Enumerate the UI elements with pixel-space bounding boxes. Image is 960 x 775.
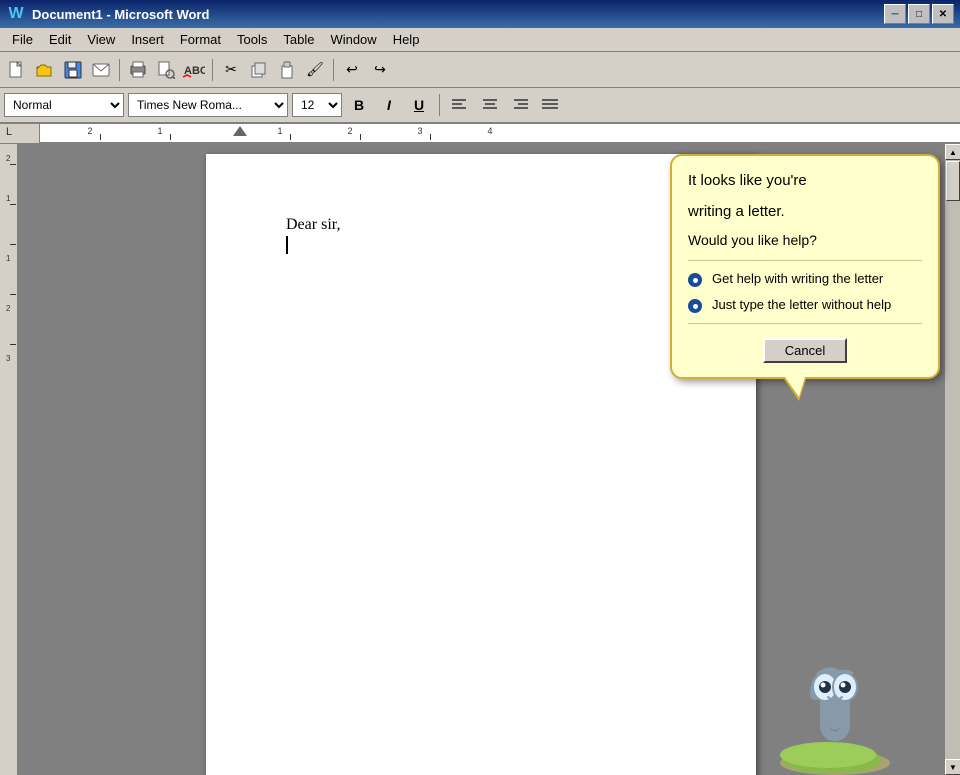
- print-preview-button[interactable]: [153, 57, 179, 83]
- menu-tools[interactable]: Tools: [229, 30, 275, 49]
- document-content[interactable]: Dear sir,: [286, 214, 696, 254]
- justify-button[interactable]: [537, 92, 563, 118]
- format-painter-button[interactable]: 🖌: [302, 57, 328, 83]
- separator-1: [119, 59, 120, 81]
- document-cursor-line: [286, 236, 696, 254]
- standard-toolbar: ABC ✂ 🖌 ↩ ↪: [0, 52, 960, 88]
- open-button[interactable]: [32, 57, 58, 83]
- title-bar: W Document1 - Microsoft Word ─ □ ✕: [0, 0, 960, 28]
- ruler-left-margin: L: [0, 124, 40, 143]
- new-button[interactable]: [4, 57, 30, 83]
- window-controls: ─ □ ✕: [884, 4, 954, 24]
- paste-button[interactable]: [274, 57, 300, 83]
- popup-option-1[interactable]: Get help with writing the letter: [688, 271, 922, 287]
- align-right-button[interactable]: [507, 92, 533, 118]
- window-title: Document1 - Microsoft Word: [32, 7, 884, 22]
- align-center-button[interactable]: [477, 92, 503, 118]
- menu-format[interactable]: Format: [172, 30, 229, 49]
- ruler: 2 1 1 2 3 4: [40, 124, 960, 143]
- align-left-button[interactable]: [447, 92, 473, 118]
- popup-message-line1: It looks like you're: [688, 170, 922, 191]
- cut-button[interactable]: ✂: [218, 57, 244, 83]
- style-dropdown[interactable]: Normal: [4, 93, 124, 117]
- separator-2: [212, 59, 213, 81]
- menu-insert[interactable]: Insert: [123, 30, 172, 49]
- popup-cancel-area: Cancel: [688, 338, 922, 363]
- copy-button[interactable]: [246, 57, 272, 83]
- size-dropdown[interactable]: 12: [292, 93, 342, 117]
- close-button[interactable]: ✕: [932, 4, 954, 24]
- document-line-1: Dear sir,: [286, 214, 696, 236]
- clippy-character: [750, 595, 910, 775]
- email-button[interactable]: [88, 57, 114, 83]
- bullet-icon-1: [688, 273, 702, 287]
- menu-edit[interactable]: Edit: [41, 30, 79, 49]
- clippy-popup: It looks like you're writing a letter. W…: [670, 154, 940, 379]
- popup-message-line2: writing a letter.: [688, 201, 922, 222]
- undo-button[interactable]: ↩: [339, 57, 365, 83]
- vertical-ruler: 2 1 1 2 3: [0, 144, 18, 775]
- menu-window[interactable]: Window: [322, 30, 384, 49]
- separator-3: [333, 59, 334, 81]
- separator-4: [439, 94, 440, 116]
- menu-file[interactable]: File: [4, 30, 41, 49]
- italic-button[interactable]: I: [376, 92, 402, 118]
- print-button[interactable]: [125, 57, 151, 83]
- popup-divider: [688, 260, 922, 261]
- scroll-down-button[interactable]: ▼: [945, 759, 960, 775]
- scroll-thumb[interactable]: [946, 161, 960, 201]
- popup-question: Would you like help?: [688, 232, 922, 248]
- app-icon: W: [6, 4, 26, 24]
- menu-help[interactable]: Help: [385, 30, 428, 49]
- ruler-area: L 2 1 1 2 3 4: [0, 124, 960, 144]
- scroll-up-button[interactable]: ▲: [945, 144, 960, 160]
- cancel-button[interactable]: Cancel: [763, 338, 847, 363]
- clippy-svg: [760, 615, 900, 775]
- redo-button[interactable]: ↪: [367, 57, 393, 83]
- format-toolbar: Normal Times New Roma... 12 B I U: [0, 88, 960, 124]
- save-button[interactable]: [60, 57, 86, 83]
- popup-divider-2: [688, 323, 922, 324]
- scroll-track[interactable]: [945, 160, 960, 759]
- font-dropdown[interactable]: Times New Roma...: [128, 93, 288, 117]
- popup-option-2[interactable]: Just type the letter without help: [688, 297, 922, 313]
- main-area: 2 1 1 2 3 Dear sir, ▲ ▼ It looks like yo…: [0, 144, 960, 775]
- popup-option-1-text: Get help with writing the letter: [712, 271, 883, 286]
- menu-bar: File Edit View Insert Format Tools Table…: [0, 28, 960, 52]
- underline-button[interactable]: U: [406, 92, 432, 118]
- minimize-button[interactable]: ─: [884, 4, 906, 24]
- menu-table[interactable]: Table: [275, 30, 322, 49]
- bullet-icon-2: [688, 299, 702, 313]
- maximize-button[interactable]: □: [908, 4, 930, 24]
- bold-button[interactable]: B: [346, 92, 372, 118]
- spellcheck-button[interactable]: ABC: [181, 57, 207, 83]
- popup-option-2-text: Just type the letter without help: [712, 297, 891, 312]
- menu-view[interactable]: View: [79, 30, 123, 49]
- vertical-scrollbar[interactable]: ▲ ▼: [944, 144, 960, 775]
